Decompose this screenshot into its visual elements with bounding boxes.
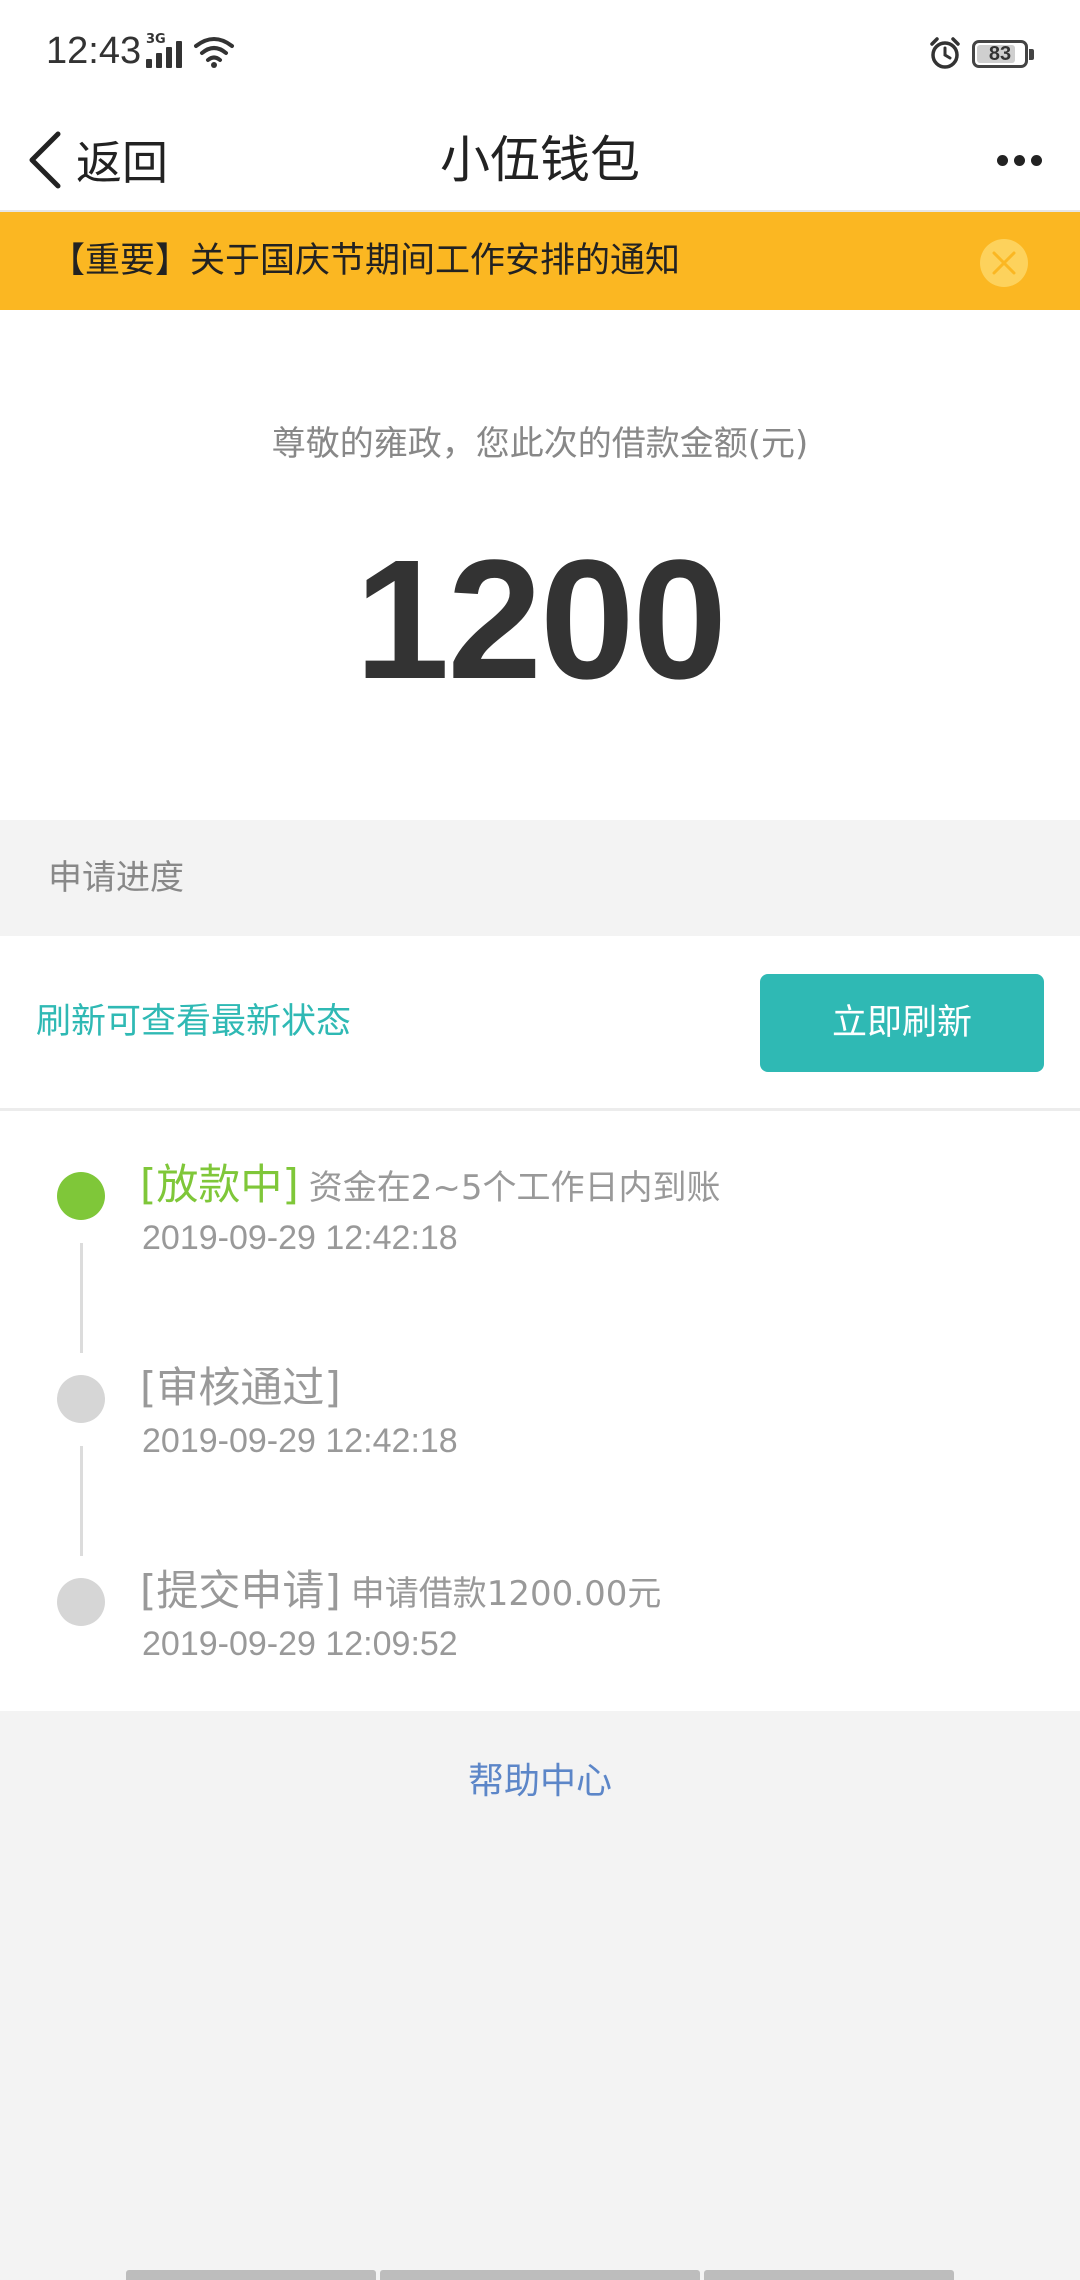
timeline-status: [审核通过] <box>140 1363 341 1412</box>
timeline-connector <box>80 1243 83 1353</box>
gesture-indicator-center <box>380 2270 700 2280</box>
back-label: 返回 <box>76 136 168 190</box>
loan-amount: 1200 <box>354 525 727 715</box>
timeline-dot <box>57 1578 105 1626</box>
wifi-icon <box>194 37 234 68</box>
gesture-indicator-right <box>704 2270 954 2280</box>
battery-tip <box>1029 49 1034 60</box>
more-icon[interactable] <box>984 130 1054 190</box>
nav-bar: 小伍钱包 返回 <box>0 110 1080 212</box>
alarm-icon <box>930 37 960 69</box>
notice-text[interactable]: 【重要】关于国庆节期间工作安排的通知 <box>50 212 680 310</box>
progress-timeline: [放款中] 资金在2~5个工作日内到账 2019-09-29 12:42:18 [… <box>0 1111 1080 1711</box>
timeline-time: 2019-09-29 12:09:52 <box>142 1625 458 1663</box>
timeline-item-title: [放款中] 资金在2~5个工作日内到账 <box>140 1151 721 1212</box>
back-chevron-icon <box>29 131 61 189</box>
timeline-dot <box>57 1375 105 1423</box>
progress-header: 申请进度 <box>0 820 1080 936</box>
timeline-connector <box>80 1446 83 1556</box>
timeline-item-title: [审核通过] <box>140 1354 341 1415</box>
loan-greeting: 尊敬的雍政，您此次的借款金额(元) <box>271 424 809 464</box>
timeline-time: 2019-09-29 12:42:18 <box>142 1219 458 1257</box>
gesture-indicator-left <box>126 2270 376 2280</box>
close-icon[interactable] <box>980 239 1028 287</box>
signal-icon: 3G <box>146 32 186 70</box>
loan-amount-section: 尊敬的雍政，您此次的借款金额(元) 1200 <box>0 310 1080 820</box>
refresh-button[interactable]: 立即刷新 <box>760 974 1044 1072</box>
help-center-link[interactable]: 帮助中心 <box>0 1752 1080 1804</box>
refresh-row: 刷新可查看最新状态 立即刷新 <box>0 936 1080 1111</box>
timeline-time: 2019-09-29 12:42:18 <box>142 1422 458 1460</box>
battery-icon: 83 <box>972 40 1028 68</box>
back-button[interactable]: 返回 <box>26 110 168 210</box>
status-time: 12:43 <box>46 30 142 72</box>
timeline-desc: 申请借款1200.00元 <box>350 1574 662 1614</box>
notice-bar[interactable]: 【重要】关于国庆节期间工作安排的通知 <box>0 212 1080 310</box>
close-glyph <box>992 251 1016 275</box>
timeline-dot-active <box>57 1172 105 1220</box>
status-bar: 12:43 3G 83 <box>0 0 1080 110</box>
timeline-status: [放款中] <box>140 1160 299 1209</box>
timeline-item-title: [提交申请] 申请借款1200.00元 <box>140 1557 661 1618</box>
timeline-status: [提交申请] <box>140 1566 341 1615</box>
timeline-desc: 资金在2~5个工作日内到账 <box>308 1168 721 1208</box>
refresh-hint: 刷新可查看最新状态 <box>36 1002 352 1042</box>
battery-level: 83 <box>988 42 1012 65</box>
progress-header-label: 申请进度 <box>48 858 184 898</box>
